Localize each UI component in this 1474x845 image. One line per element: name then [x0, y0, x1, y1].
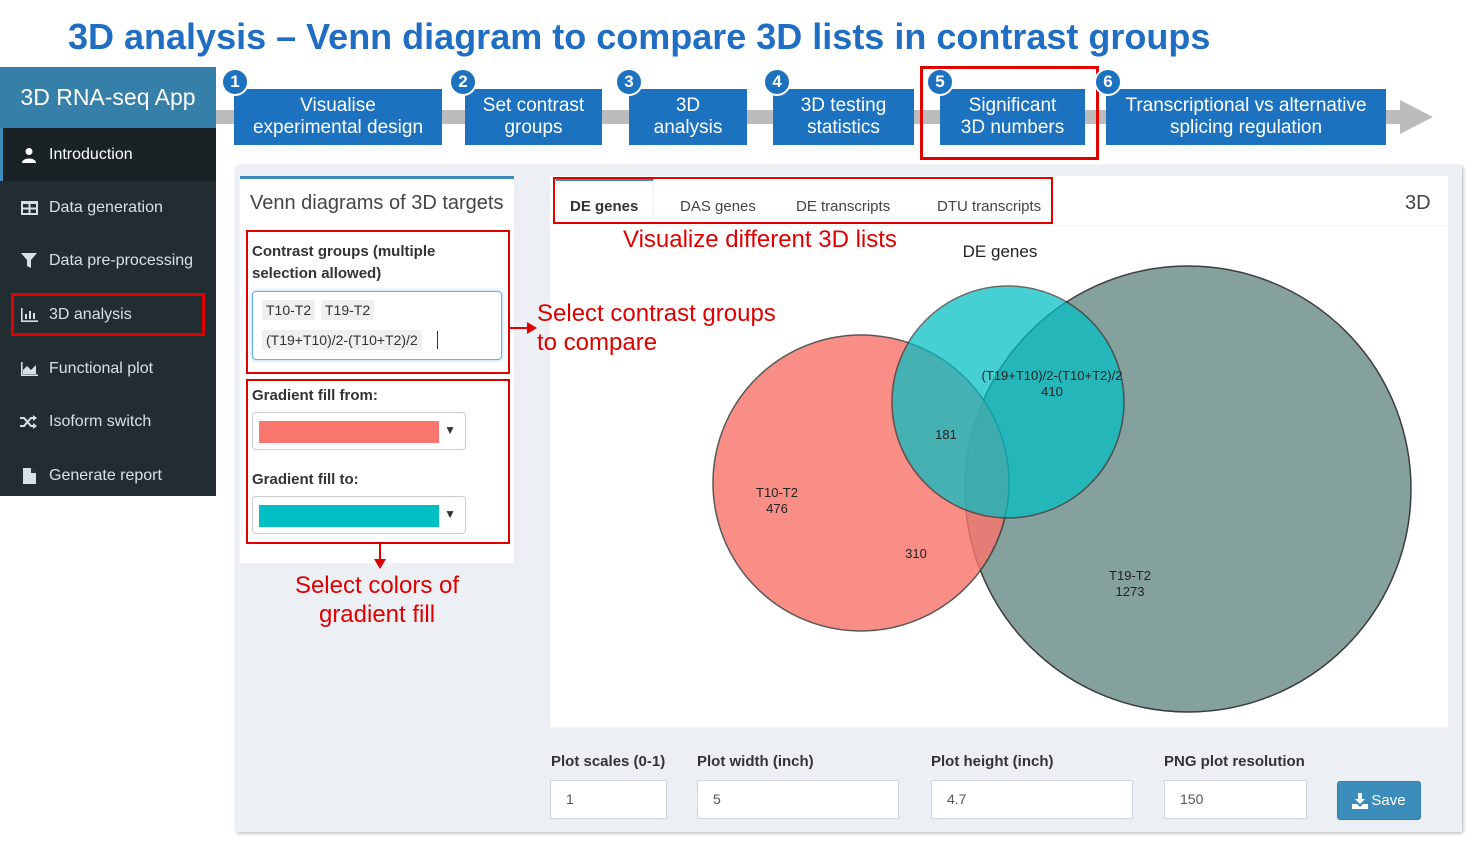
step-label-line1: Set contrast [482, 95, 585, 116]
venn-label-set1-name: T10-T2 [756, 485, 798, 500]
sidebar-item-label: Isoform switch [49, 412, 152, 430]
plot-height-input[interactable]: 4.7 [931, 780, 1133, 819]
step-4-number: 4 [763, 68, 791, 96]
step-label-line1: Transcriptional vs alternative [1125, 95, 1367, 116]
highlight-tabs [553, 177, 1053, 224]
venn-set-t19t10-t10t2 [891, 285, 1125, 519]
step-label-line2: splicing regulation [1169, 117, 1323, 138]
save-button-label: Save [1371, 792, 1406, 809]
sidebar-item-functional-plot[interactable]: Functional plot [0, 342, 216, 395]
venn-label-set3-only: 410 [1041, 384, 1063, 399]
venn-label-set1-only: 476 [766, 501, 788, 516]
png-resolution-label: PNG plot resolution [1164, 753, 1305, 770]
steps-arrow-head [1400, 100, 1433, 134]
step-label-line1: Visualise [300, 95, 376, 116]
highlight-contrast-groups [246, 230, 510, 374]
step-label-line2: analysis [653, 117, 723, 138]
step-label-line1: 3D testing [800, 95, 887, 116]
sidebar: 3D RNA-seq App Introduction Data generat… [0, 67, 216, 496]
step-1-number: 1 [221, 68, 249, 96]
download-icon [1352, 792, 1369, 809]
sidebar-item-label: Data pre-processing [49, 251, 194, 269]
plot-height-label: Plot height (inch) [931, 753, 1054, 770]
venn-label-all-three: 181 [935, 427, 957, 442]
plot-scale-input[interactable]: 1 [550, 780, 667, 819]
step-label-line2: groups [504, 117, 563, 138]
plot-width-input[interactable]: 5 [697, 780, 899, 819]
step-6-button[interactable]: Transcriptional vs alternative splicing … [1106, 89, 1386, 145]
sidebar-item-introduction[interactable]: Introduction [0, 128, 216, 181]
save-button[interactable]: Save [1337, 781, 1421, 820]
step-6-number: 6 [1094, 68, 1122, 96]
sidebar-item-label: Introduction [49, 145, 133, 163]
filter-icon [20, 252, 38, 269]
app-title[interactable]: 3D RNA-seq App [0, 67, 216, 128]
step-label-line2: experimental design [252, 117, 424, 138]
annotation-contrast: Select contrast groups to compare [537, 300, 776, 356]
venn-label-set2-name: T19-T2 [1109, 568, 1151, 583]
step-3-number: 3 [615, 68, 643, 96]
step-2-number: 2 [449, 68, 477, 96]
sidebar-item-data-pre-processing[interactable]: Data pre-processing [0, 234, 216, 287]
highlight-3d-analysis [11, 293, 205, 336]
plot-scale-label: Plot scales (0-1) [551, 753, 666, 770]
sidebar-item-label: Data generation [49, 198, 163, 216]
venn-label-set3-name: (T19+T10)/2-(T10+T2)/2 [982, 368, 1123, 383]
sidebar-item-label: Functional plot [49, 359, 154, 377]
panel-title: Venn diagrams of 3D targets [250, 192, 504, 214]
slide-title: 3D analysis – Venn diagram to compare 3D… [68, 16, 1211, 57]
step-2-button[interactable]: Set contrast groups [465, 89, 602, 145]
step-1-button[interactable]: Visualise experimental design [234, 89, 442, 145]
venn-label-t10-t19: 310 [905, 546, 927, 561]
sidebar-item-label: Generate report [49, 466, 162, 484]
sidebar-item-generate-report[interactable]: Generate report [0, 449, 216, 502]
box-title-3d: 3D [1405, 192, 1431, 214]
highlight-step-5 [920, 66, 1099, 160]
annotation-3d-lists: Visualize different 3D lists [623, 226, 897, 253]
step-label-line2: statistics [807, 117, 880, 138]
user-icon [20, 147, 38, 163]
step-label-line1: 3D [675, 95, 701, 116]
file-icon [20, 467, 38, 484]
sidebar-item-isoform-switch[interactable]: Isoform switch [0, 395, 216, 448]
venn-label-set2-only: 1273 [1116, 584, 1145, 599]
venn-title: DE genes [963, 242, 1038, 261]
png-resolution-input[interactable]: 150 [1164, 780, 1307, 819]
step-4-button[interactable]: 3D testing statistics [773, 89, 914, 145]
random-icon [20, 414, 38, 430]
step-3-button[interactable]: 3D analysis [629, 89, 747, 145]
highlight-gradient-fill [246, 379, 510, 544]
area-chart-icon [20, 361, 38, 377]
plot-width-label: Plot width (inch) [697, 753, 814, 770]
arrow-right-icon [508, 322, 537, 334]
annotation-colors: Select colors of gradient fill [294, 572, 460, 628]
arrow-down-icon [374, 544, 386, 569]
sidebar-item-data-generation[interactable]: Data generation [0, 181, 216, 234]
table-icon [20, 200, 38, 216]
